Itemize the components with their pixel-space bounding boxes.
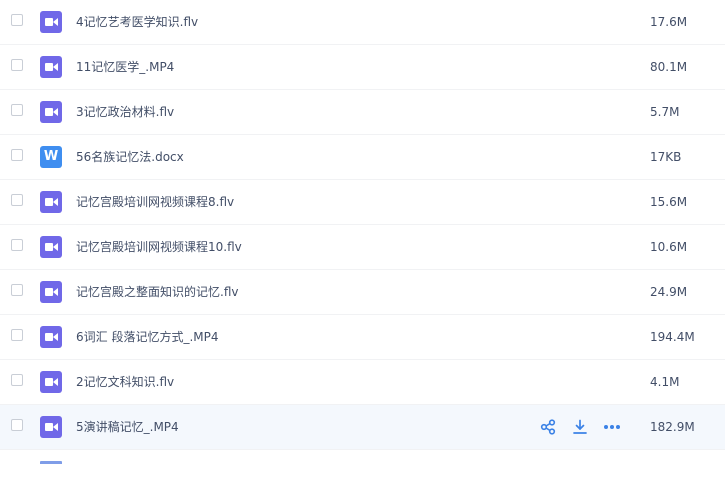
video-file-icon	[40, 371, 62, 393]
file-row[interactable]: 记忆宫殿之整面知识的记忆.flv 24.9M	[0, 270, 725, 315]
file-row[interactable]: W 56名族记忆法.docx 17KB	[0, 135, 725, 180]
row-checkbox[interactable]	[11, 59, 23, 71]
file-name[interactable]: 记忆宫殿之整面知识的记忆.flv	[76, 270, 238, 315]
video-file-icon	[40, 326, 62, 348]
file-name[interactable]: 3记忆政治材料.flv	[76, 90, 174, 135]
file-row[interactable]: 4记忆艺考医学知识.flv 17.6M	[0, 0, 725, 45]
more-icon[interactable]	[602, 417, 622, 437]
file-size: 15.6M	[650, 195, 688, 209]
file-size: 24.9M	[650, 285, 688, 299]
file-row[interactable]: 6词汇 段落记忆方式_.MP4 194.4M	[0, 315, 725, 360]
row-checkbox[interactable]	[11, 374, 23, 386]
download-icon[interactable]	[570, 417, 590, 437]
file-name[interactable]: 11记忆医学_.MP4	[76, 45, 174, 90]
row-checkbox[interactable]	[11, 14, 23, 26]
row-checkbox[interactable]	[11, 104, 23, 116]
file-size: 80.1M	[650, 60, 688, 74]
video-file-icon	[40, 101, 62, 123]
row-checkbox[interactable]	[11, 329, 23, 341]
video-file-icon	[40, 11, 62, 33]
file-row[interactable]: 记忆宫殿培训网视频课程8.flv 15.6M	[0, 180, 725, 225]
row-checkbox[interactable]	[11, 239, 23, 251]
file-size: 194.4M	[650, 330, 695, 344]
file-size: 17.6M	[650, 15, 688, 29]
file-name[interactable]: 56名族记忆法.docx	[76, 135, 184, 180]
video-file-icon	[40, 461, 62, 464]
word-file-icon: W	[40, 146, 62, 168]
video-file-icon	[40, 56, 62, 78]
row-checkbox[interactable]	[11, 419, 23, 431]
file-name[interactable]: 记忆宫殿培训网视频课程10.flv	[76, 225, 242, 270]
file-size: 17KB	[650, 150, 682, 164]
file-size: 10.6M	[650, 240, 688, 254]
file-row[interactable]: 3记忆政治材料.flv 5.7M	[0, 90, 725, 135]
share-icon[interactable]	[538, 417, 558, 437]
video-file-icon	[40, 416, 62, 438]
video-file-icon	[40, 281, 62, 303]
file-size: 4.1M	[650, 375, 680, 389]
file-row[interactable]: 2记忆文科知识.flv 4.1M	[0, 360, 725, 405]
row-actions	[538, 417, 622, 437]
file-name[interactable]: 5演讲稿记忆_.MP4	[76, 405, 179, 450]
file-size: 182.9M	[650, 420, 695, 434]
file-row[interactable]: 11记忆医学_.MP4 80.1M	[0, 45, 725, 90]
file-size: 5.7M	[650, 105, 680, 119]
row-checkbox[interactable]	[11, 149, 23, 161]
file-row[interactable]: 记忆宫殿培训网视频课程10.flv 10.6M	[0, 225, 725, 270]
row-checkbox[interactable]	[11, 194, 23, 206]
file-name[interactable]: 2记忆文科知识.flv	[76, 360, 174, 405]
file-name[interactable]: 4记忆艺考医学知识.flv	[76, 0, 198, 45]
video-file-icon	[40, 236, 62, 258]
video-file-icon	[40, 191, 62, 213]
file-name[interactable]: 6词汇 段落记忆方式_.MP4	[76, 315, 219, 360]
file-list: 4记忆艺考医学知识.flv 17.6M 11记忆医学_.MP4 80.1M 3记…	[0, 0, 725, 464]
file-name[interactable]: 记忆宫殿培训网视频课程8.flv	[76, 180, 234, 225]
file-row-hovered[interactable]: 5演讲稿记忆_.MP4 182.9M	[0, 405, 725, 450]
row-checkbox[interactable]	[11, 284, 23, 296]
